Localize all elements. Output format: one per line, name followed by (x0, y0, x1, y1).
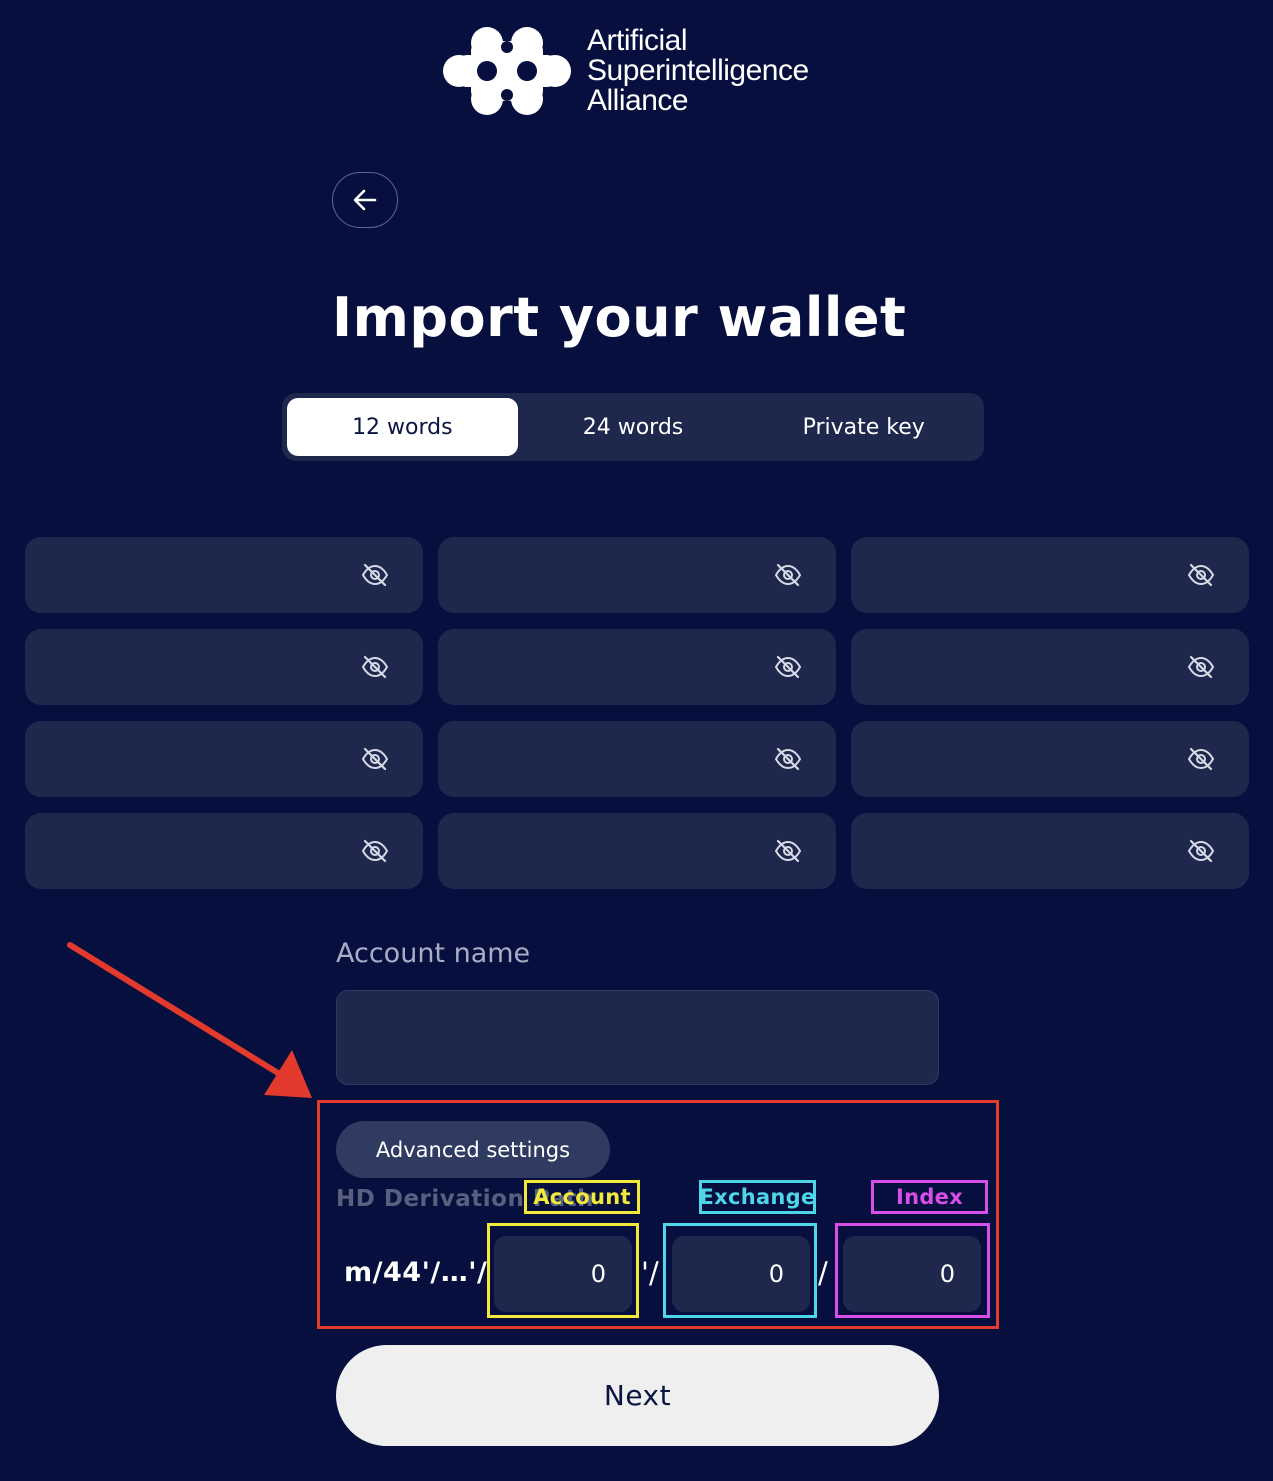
annotation-label-account: Account (524, 1180, 640, 1214)
mnemonic-word-input[interactable] (851, 721, 1249, 797)
annotation-label-exchange: Exchange (699, 1180, 816, 1214)
back-button[interactable] (332, 172, 398, 228)
tab-24-words[interactable]: 24 words (518, 398, 749, 456)
derivation-path-prefix: m/44'/…'/ (344, 1257, 488, 1288)
eye-off-icon[interactable] (361, 655, 389, 679)
asi-logo-icon (443, 27, 571, 115)
derivation-separator-1: '/ (641, 1256, 659, 1290)
eye-off-icon[interactable] (361, 747, 389, 771)
arrow-left-icon (353, 189, 377, 211)
eye-off-icon[interactable] (1187, 747, 1215, 771)
mnemonic-word-grid (25, 537, 1249, 889)
account-name-input[interactable] (336, 990, 939, 1085)
brand-line-1: Artificial (587, 24, 688, 57)
derivation-separator-2: / (818, 1256, 828, 1290)
eye-off-icon[interactable] (774, 747, 802, 771)
eye-off-icon[interactable] (774, 655, 802, 679)
brand-line-2: Superintelligence (587, 54, 809, 87)
mnemonic-word-input[interactable] (851, 537, 1249, 613)
brand-logo: Artificial Superintelligence Alliance (443, 26, 809, 116)
next-button[interactable]: Next (336, 1345, 939, 1446)
mnemonic-word-input[interactable] (438, 721, 836, 797)
mnemonic-word-input[interactable] (25, 537, 423, 613)
mnemonic-word-input[interactable] (25, 721, 423, 797)
mnemonic-word-input[interactable] (438, 813, 836, 889)
mnemonic-word-input[interactable] (438, 629, 836, 705)
account-name-label: Account name (336, 938, 531, 969)
eye-off-icon[interactable] (774, 839, 802, 863)
page-title: Import your wallet (332, 286, 907, 349)
mnemonic-word-input[interactable] (438, 537, 836, 613)
brand-name: Artificial Superintelligence Alliance (587, 26, 809, 116)
eye-off-icon[interactable] (774, 563, 802, 587)
mnemonic-word-input[interactable] (25, 813, 423, 889)
derivation-account-input[interactable]: 0 (494, 1236, 632, 1312)
annotation-label-index: Index (871, 1180, 988, 1214)
mnemonic-word-input[interactable] (851, 629, 1249, 705)
eye-off-icon[interactable] (1187, 655, 1215, 679)
eye-off-icon[interactable] (1187, 563, 1215, 587)
brand-line-3: Alliance (587, 84, 689, 117)
mnemonic-word-input[interactable] (851, 813, 1249, 889)
derivation-index-input[interactable]: 0 (843, 1236, 981, 1312)
mnemonic-word-input[interactable] (25, 629, 423, 705)
import-method-tabs: 12 words 24 words Private key (282, 393, 984, 461)
tab-private-key[interactable]: Private key (748, 398, 979, 456)
advanced-settings-button[interactable]: Advanced settings (336, 1121, 610, 1178)
eye-off-icon[interactable] (361, 839, 389, 863)
tab-12-words[interactable]: 12 words (287, 398, 518, 456)
eye-off-icon[interactable] (1187, 839, 1215, 863)
eye-off-icon[interactable] (361, 563, 389, 587)
annotation-arrow (67, 942, 312, 1098)
derivation-exchange-input[interactable]: 0 (672, 1236, 810, 1312)
